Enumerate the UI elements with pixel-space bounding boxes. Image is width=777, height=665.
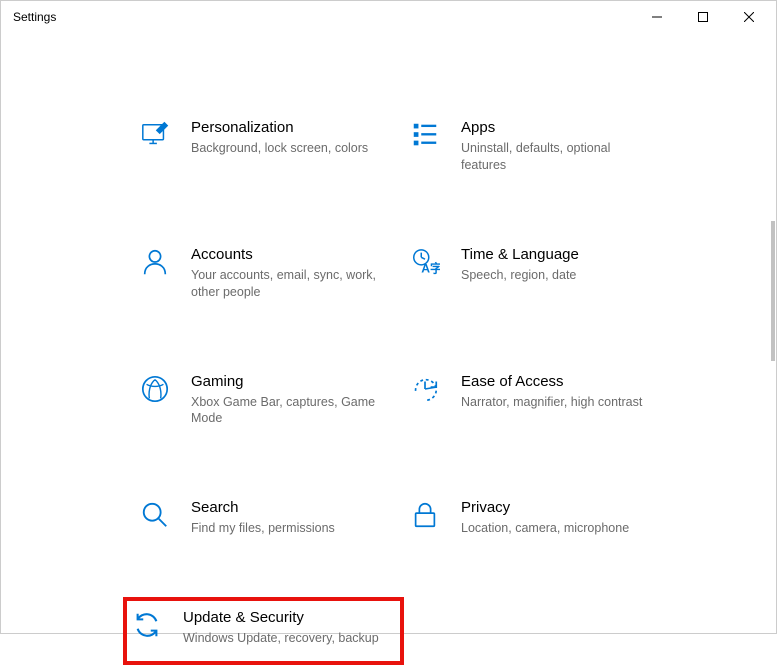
tile-text: Gaming Xbox Game Bar, captures, Game Mod… xyxy=(191,373,388,428)
accounts-icon xyxy=(139,246,171,278)
svg-text:A字: A字 xyxy=(421,260,440,275)
tile-desc: Your accounts, email, sync, work, other … xyxy=(191,267,378,301)
tile-title: Privacy xyxy=(461,499,648,516)
tile-text: Search Find my files, permissions xyxy=(191,499,388,537)
gaming-icon xyxy=(139,373,171,405)
tile-personalization[interactable]: Personalization Background, lock screen,… xyxy=(131,113,396,180)
tile-desc: Windows Update, recovery, backup xyxy=(183,630,386,647)
tile-ease-of-access[interactable]: Ease of Access Narrator, magnifier, high… xyxy=(401,367,666,434)
tile-title: Apps xyxy=(461,119,648,136)
tile-desc: Find my files, permissions xyxy=(191,520,378,537)
settings-content: Personalization Background, lock screen,… xyxy=(1,33,776,659)
tile-title: Gaming xyxy=(191,373,378,390)
maximize-button[interactable] xyxy=(680,2,726,32)
tile-title: Update & Security xyxy=(183,609,386,626)
tile-accounts[interactable]: Accounts Your accounts, email, sync, wor… xyxy=(131,240,396,307)
tile-update-security[interactable]: Update & Security Windows Update, recove… xyxy=(123,597,404,665)
tile-desc: Narrator, magnifier, high contrast xyxy=(461,394,648,411)
ease-of-access-icon xyxy=(409,373,441,405)
tile-privacy[interactable]: Privacy Location, camera, microphone xyxy=(401,493,666,543)
scrollbar[interactable] xyxy=(771,221,775,361)
titlebar: Settings xyxy=(1,1,776,33)
tile-time-language[interactable]: A字 Time & Language Speech, region, date xyxy=(401,240,666,307)
search-icon xyxy=(139,499,171,531)
tile-title: Ease of Access xyxy=(461,373,648,390)
tile-title: Time & Language xyxy=(461,246,648,263)
tile-text: Update & Security Windows Update, recove… xyxy=(183,609,396,647)
tile-gaming[interactable]: Gaming Xbox Game Bar, captures, Game Mod… xyxy=(131,367,396,434)
settings-grid: Personalization Background, lock screen,… xyxy=(131,113,696,659)
window-controls xyxy=(634,2,772,32)
minimize-button[interactable] xyxy=(634,2,680,32)
apps-icon xyxy=(409,119,441,151)
tile-title: Accounts xyxy=(191,246,378,263)
tile-text: Personalization Background, lock screen,… xyxy=(191,119,388,157)
time-language-icon: A字 xyxy=(409,246,441,278)
tile-text: Ease of Access Narrator, magnifier, high… xyxy=(461,373,658,411)
tile-text: Privacy Location, camera, microphone xyxy=(461,499,658,537)
tile-title: Personalization xyxy=(191,119,378,136)
tile-text: Accounts Your accounts, email, sync, wor… xyxy=(191,246,388,301)
tile-desc: Xbox Game Bar, captures, Game Mode xyxy=(191,394,378,428)
update-security-icon xyxy=(131,609,163,641)
tile-text: Apps Uninstall, defaults, optional featu… xyxy=(461,119,658,174)
tile-desc: Uninstall, defaults, optional features xyxy=(461,140,648,174)
tile-apps[interactable]: Apps Uninstall, defaults, optional featu… xyxy=(401,113,666,180)
tile-desc: Speech, region, date xyxy=(461,267,648,284)
tile-title: Search xyxy=(191,499,378,516)
personalization-icon xyxy=(139,119,171,151)
tile-search[interactable]: Search Find my files, permissions xyxy=(131,493,396,543)
tile-desc: Background, lock screen, colors xyxy=(191,140,378,157)
tile-text: Time & Language Speech, region, date xyxy=(461,246,658,284)
window-title: Settings xyxy=(13,10,634,24)
privacy-icon xyxy=(409,499,441,531)
close-button[interactable] xyxy=(726,2,772,32)
tile-desc: Location, camera, microphone xyxy=(461,520,648,537)
